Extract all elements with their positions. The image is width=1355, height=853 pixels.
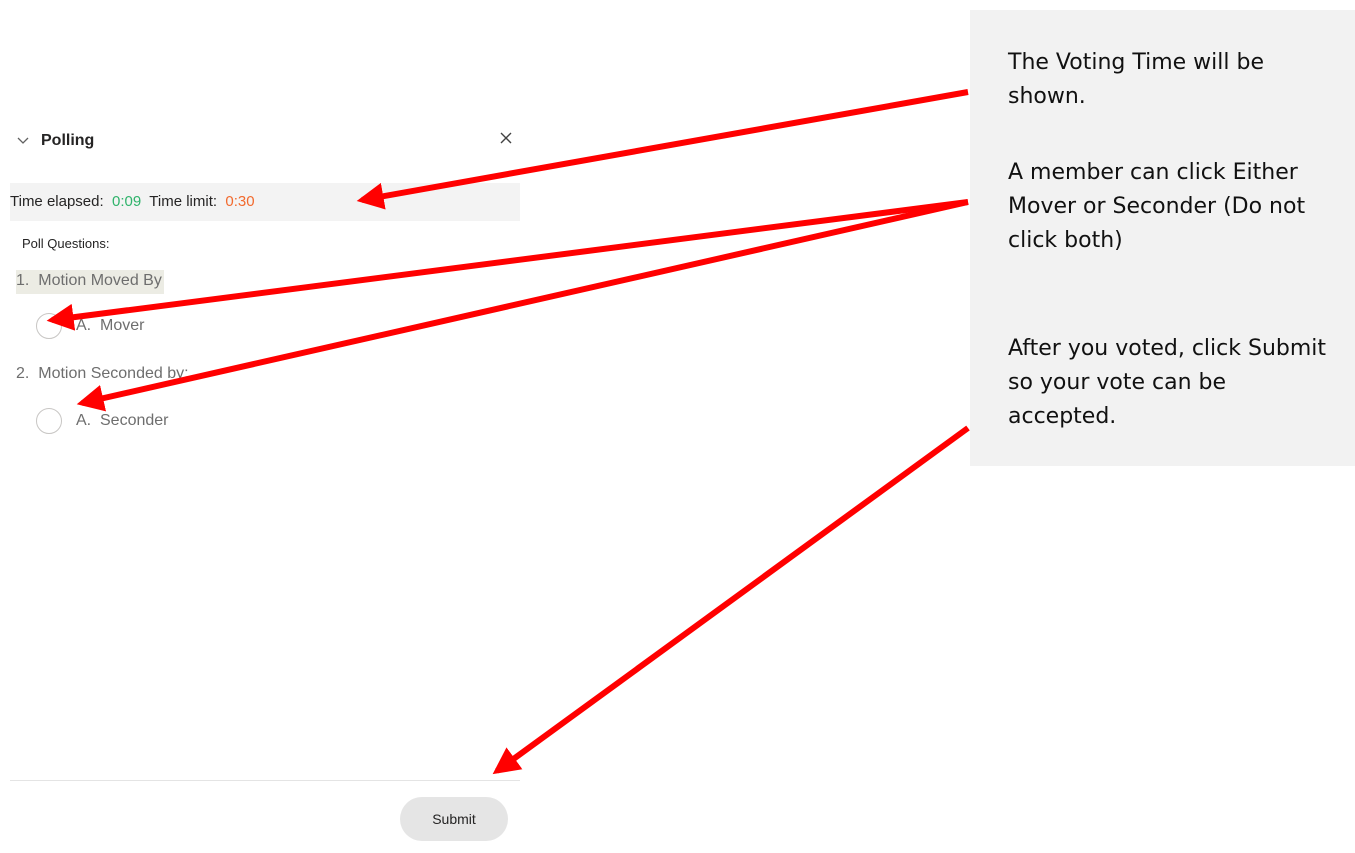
arrow-to-mover xyxy=(46,199,969,331)
arrow-to-time xyxy=(356,89,969,210)
arrow-to-submit xyxy=(492,425,970,775)
arrow-to-seconder xyxy=(76,199,969,412)
annotation-arrows xyxy=(46,89,970,775)
